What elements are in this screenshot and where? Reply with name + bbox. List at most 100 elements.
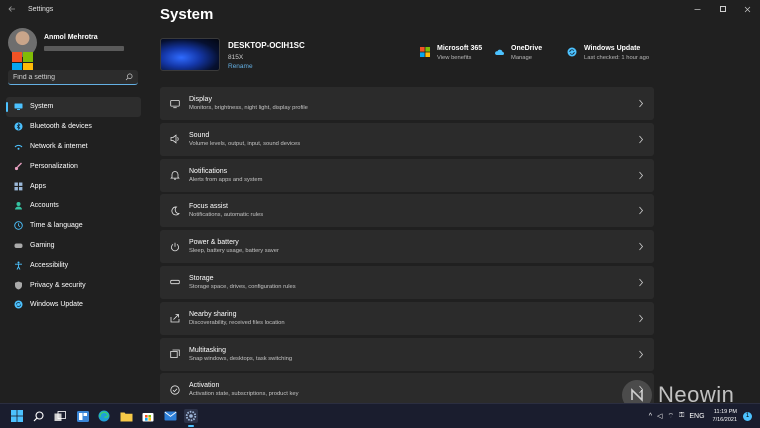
battery-icon[interactable]: ⚿	[679, 412, 684, 420]
sidebar-item-bluetooth[interactable]: Bluetooth & devices	[6, 117, 141, 137]
sidebar-item-personalization[interactable]: Personalization	[6, 156, 141, 176]
chevron-right-icon	[639, 350, 644, 358]
sidebar-item-label: Accessibility	[30, 261, 69, 269]
card-description: Storage space, drives, configuration rul…	[189, 283, 296, 290]
tray-overflow-icon[interactable]: ^	[649, 413, 652, 420]
search-box[interactable]	[8, 70, 138, 85]
sidebar-item-privacy-security[interactable]: Privacy & security	[6, 275, 141, 295]
language-indicator[interactable]: ENG	[689, 413, 704, 420]
task-view-icon	[54, 410, 66, 421]
bluetooth-icon	[14, 122, 23, 131]
wifi-icon[interactable]: ⌔	[667, 412, 674, 421]
sidebar-item-label: Accounts	[30, 202, 59, 210]
search-icon	[33, 410, 44, 421]
task-view-button[interactable]	[53, 409, 67, 423]
sidebar-item-time-language[interactable]: Time & language	[6, 216, 141, 236]
sidebar-item-accounts[interactable]: Accounts	[6, 196, 141, 216]
chevron-right-icon	[639, 135, 644, 144]
search-input[interactable]	[13, 73, 121, 81]
start-icon	[11, 410, 23, 422]
widgets-button[interactable]	[76, 409, 90, 423]
device-wallpaper-thumbnail	[160, 38, 220, 71]
nearby-sharing-card[interactable]: Nearby sharing Discoverability, received …	[160, 301, 654, 335]
focus-assist-card[interactable]: Focus assist Notifications, automatic rul…	[160, 194, 654, 228]
store-button[interactable]	[141, 409, 155, 423]
back-button[interactable]	[2, 0, 22, 18]
sound-card[interactable]: Sound Volume levels, output, input, sound…	[160, 122, 654, 156]
card-title: Power & battery	[189, 239, 239, 247]
clock-date: 7/16/2021	[712, 417, 737, 423]
tile-subtitle: Manage	[511, 55, 532, 61]
microsoft-logo-icon	[420, 47, 430, 57]
microsoft-365-tile[interactable]: Microsoft 365 View benefits	[420, 45, 482, 61]
card-description: Alerts from apps and system	[189, 176, 263, 183]
chevron-right-icon	[639, 278, 644, 287]
device-model: 815X	[228, 54, 244, 61]
notifications-card[interactable]: Notifications Alerts from apps and system	[160, 158, 654, 192]
chevron-right-icon	[639, 242, 644, 251]
card-title: Notifications	[189, 167, 228, 175]
sidebar-item-label: Windows Update	[30, 301, 83, 309]
sidebar-item-apps[interactable]: Apps	[6, 176, 141, 196]
sidebar-item-label: Privacy & security	[30, 281, 86, 289]
rename-link[interactable]: Rename	[228, 63, 253, 70]
moon-icon	[170, 206, 180, 216]
taskbar-search-button[interactable]	[31, 409, 45, 423]
sidebar-item-label: Bluetooth & devices	[30, 123, 92, 131]
tile-title: Windows Update	[584, 45, 641, 52]
card-title: Multitasking	[189, 346, 226, 354]
activation-card[interactable]: Activation Activation state, subscription…	[160, 373, 654, 403]
chevron-right-icon	[639, 314, 644, 323]
update-icon	[14, 300, 23, 309]
mail-button[interactable]	[163, 409, 177, 423]
person-icon	[14, 201, 23, 210]
speaker-icon[interactable]: ◁	[657, 412, 662, 420]
power-icon	[170, 242, 180, 252]
settings-icon	[185, 410, 197, 422]
sidebar: Anmol Mehrotra System Bluetooth & device…	[0, 18, 150, 403]
card-title: Storage	[189, 274, 214, 282]
device-name: DESKTOP-OCIH1SC	[228, 41, 305, 50]
card-description: Snap windows, desktops, task switching	[189, 355, 293, 362]
chevron-right-icon	[639, 99, 644, 108]
tile-title: Microsoft 365	[437, 45, 483, 52]
card-description: Monitors, brightness, night light, displ…	[189, 105, 308, 111]
sidebar-item-label: System	[30, 103, 54, 111]
card-description: Notifications, automatic rules	[189, 212, 264, 219]
profile-email-redacted	[44, 46, 124, 51]
windows-update-tile[interactable]: Windows Update Last checked: 1 hour ago	[567, 45, 649, 61]
edge-button[interactable]	[97, 409, 111, 423]
settings-window: Settings Anmol Mehrotra Find a setting S…	[0, 0, 760, 403]
card-title: Sound	[189, 131, 210, 139]
storage-icon	[170, 277, 180, 287]
sidebar-item-windows-update[interactable]: Windows Update	[6, 295, 141, 315]
sidebar-item-accessibility[interactable]: Accessibility	[6, 255, 141, 275]
globe-clock-icon	[14, 221, 23, 230]
file-explorer-button[interactable]	[119, 409, 133, 423]
storage-card[interactable]: Storage Storage space, drives, configurat…	[160, 265, 654, 299]
bell-icon	[170, 170, 180, 180]
neowin-watermark: Neowin	[622, 380, 734, 403]
power-battery-card[interactable]: Power & battery Sleep, battery usage, bat…	[160, 230, 654, 264]
clock[interactable]: 11:19 PM 7/16/2021	[713, 408, 737, 424]
sidebar-item-gaming[interactable]: Gaming	[6, 236, 141, 256]
settings-taskbar-button[interactable]	[184, 409, 198, 427]
sidebar-item-system[interactable]: System	[6, 97, 141, 117]
onedrive-tile[interactable]: OneDrive Manage	[494, 45, 542, 61]
widgets-icon	[77, 410, 89, 422]
neowin-logo-icon	[622, 380, 652, 403]
check-circle-icon	[170, 385, 180, 395]
cloud-icon	[495, 49, 504, 55]
sidebar-item-network[interactable]: Network & internet	[6, 137, 141, 157]
profile-name: Anmol Mehrotra	[44, 34, 98, 41]
search-icon	[125, 73, 133, 81]
card-description: Discoverability, received files location	[189, 319, 285, 326]
card-description: Activation state, subscriptions, product…	[189, 391, 299, 398]
display-card[interactable]: Display Monitors, brightness, night light…	[160, 87, 654, 120]
multitasking-card[interactable]: Multitasking Snap windows, desktops, task…	[160, 337, 654, 371]
start-button[interactable]	[10, 409, 24, 423]
app-title: Settings	[28, 5, 54, 13]
file-explorer-icon	[120, 412, 132, 421]
notification-badge[interactable]: 1	[743, 411, 752, 421]
share-icon	[170, 313, 180, 323]
